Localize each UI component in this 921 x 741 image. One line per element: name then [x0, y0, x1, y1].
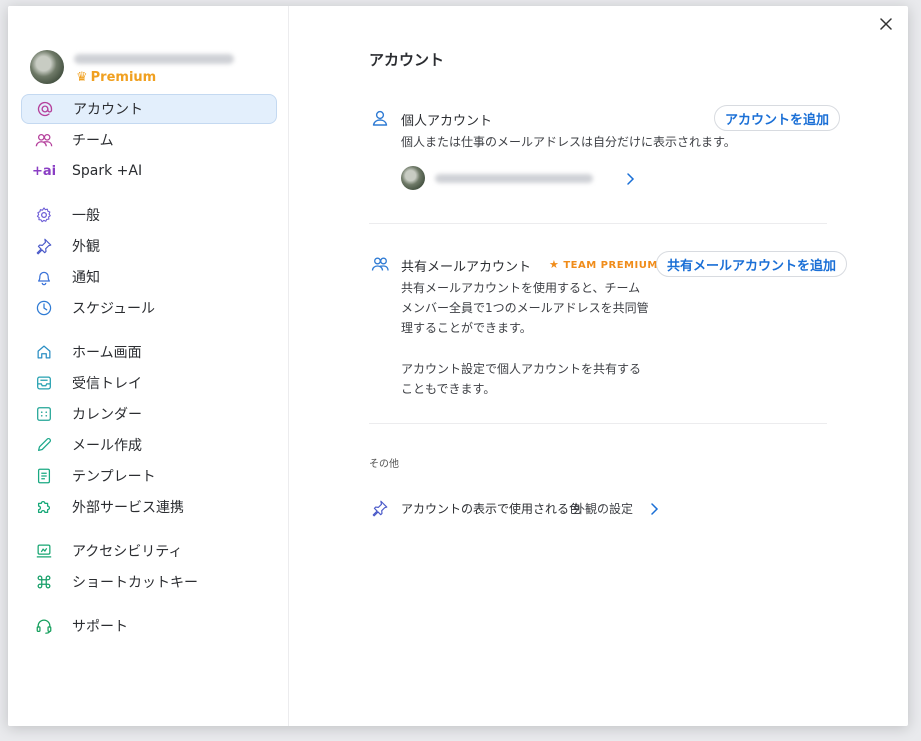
sidebar-item-support[interactable]: サポート [21, 611, 275, 641]
sidebar-item-appearance[interactable]: 外観 [21, 231, 275, 261]
premium-badge: ♛ Premium [76, 70, 157, 85]
account-row[interactable] [401, 166, 641, 190]
at-icon [35, 99, 55, 119]
star-icon: ★ [549, 258, 560, 271]
email-redacted [435, 174, 593, 183]
settings-sidebar: ♛ Premium アカウント チーム +ai Spark +AI 一般 外観 … [8, 6, 289, 726]
personal-account-description: 個人または仕事のメールアドレスは自分だけに表示されます。 [401, 135, 736, 149]
headset-icon [34, 616, 54, 636]
personal-account-title: 個人アカウント [401, 114, 493, 129]
sidebar-item-spark-ai[interactable]: +ai Spark +AI [21, 156, 275, 186]
sidebar-item-label: メール作成 [72, 438, 142, 454]
sidebar-item-accessibility[interactable]: アクセシビリティ [21, 536, 275, 566]
puzzle-icon [34, 497, 54, 517]
person-icon [371, 109, 389, 127]
sidebar-item-label: ショートカットキー [72, 575, 198, 591]
team-icon [34, 130, 54, 150]
sidebar-item-general[interactable]: 一般 [21, 200, 275, 230]
sidebar-item-label: スケジュール [72, 301, 156, 317]
home-icon [34, 342, 54, 362]
accessibility-icon [34, 541, 54, 561]
sidebar-item-label: テンプレート [72, 469, 156, 485]
sidebar-item-account[interactable]: アカウント [21, 94, 277, 124]
clock-icon [34, 298, 54, 318]
sidebar-item-calendar[interactable]: カレンダー [21, 399, 275, 429]
shared-account-description: 共有メールアカウントを使用すると、チームメンバー全員で1つのメールアドレスを共同… [401, 281, 649, 335]
pin-icon [371, 499, 389, 517]
command-icon [34, 572, 54, 592]
sidebar-item-label: 外観 [72, 239, 100, 255]
sidebar-item-label: サポート [72, 619, 128, 635]
section-divider [369, 423, 827, 424]
ai-icon: +ai [31, 163, 57, 179]
calendar-icon [34, 404, 54, 424]
crown-icon: ♛ [76, 70, 88, 85]
close-icon[interactable] [878, 16, 894, 32]
pin-icon [34, 236, 54, 256]
avatar [30, 50, 64, 84]
account-color-label: アカウントの表示で使用される色 [401, 502, 582, 516]
gear-icon [34, 205, 54, 225]
sidebar-item-label: 受信トレイ [72, 376, 142, 392]
chevron-right-icon [649, 501, 659, 515]
email-redacted [74, 54, 234, 64]
account-color-row[interactable]: アカウントの表示で使用される色 外観の設定 [371, 498, 671, 518]
pencil-icon [34, 435, 54, 455]
sidebar-item-label: カレンダー [72, 407, 142, 423]
sidebar-item-shortcuts[interactable]: ショートカットキー [21, 567, 275, 597]
settings-dialog: ♛ Premium アカウント チーム +ai Spark +AI 一般 外観 … [8, 6, 908, 726]
inbox-icon [34, 373, 54, 393]
sidebar-item-label: アカウント [73, 102, 143, 118]
bell-icon [34, 267, 54, 287]
sidebar-item-integrations[interactable]: 外部サービス連携 [21, 492, 275, 522]
section-divider [369, 223, 827, 224]
sidebar-item-label: チーム [72, 133, 114, 149]
add-account-button[interactable]: アカウントを追加 [714, 105, 841, 131]
shared-account-title: 共有メールアカウント [401, 260, 532, 275]
page-title: アカウント [369, 51, 445, 69]
appearance-settings-link[interactable]: 外観の設定 [573, 500, 633, 517]
sidebar-item-compose[interactable]: メール作成 [21, 430, 275, 460]
sidebar-item-label: Spark +AI [72, 163, 143, 179]
sidebar-item-team[interactable]: チーム [21, 125, 275, 155]
chevron-right-icon [625, 171, 635, 185]
template-icon [34, 466, 54, 486]
other-section-label: その他 [369, 459, 399, 470]
shared-users-icon [371, 255, 389, 273]
sidebar-item-templates[interactable]: テンプレート [21, 461, 275, 491]
sidebar-item-schedule[interactable]: スケジュール [21, 293, 275, 323]
sidebar-item-home[interactable]: ホーム画面 [21, 337, 275, 367]
team-premium-badge: ★ TEAM PREMIUM [549, 258, 658, 271]
avatar [401, 166, 425, 190]
sidebar-item-label: ホーム画面 [72, 345, 142, 361]
sidebar-item-label: アクセシビリティ [72, 544, 183, 560]
settings-main: アカウント 個人アカウント アカウントを追加 個人または仕事のメールアドレスは自… [289, 6, 908, 726]
sidebar-item-label: 通知 [72, 270, 100, 286]
sidebar-item-inbox[interactable]: 受信トレイ [21, 368, 275, 398]
sidebar-item-label: 外部サービス連携 [72, 500, 184, 516]
add-shared-account-button[interactable]: 共有メールアカウントを追加 [656, 251, 848, 277]
sidebar-item-label: 一般 [72, 208, 100, 224]
sidebar-item-notifications[interactable]: 通知 [21, 262, 275, 292]
shared-account-note: アカウント設定で個人アカウントを共有することもできます。 [401, 362, 642, 396]
